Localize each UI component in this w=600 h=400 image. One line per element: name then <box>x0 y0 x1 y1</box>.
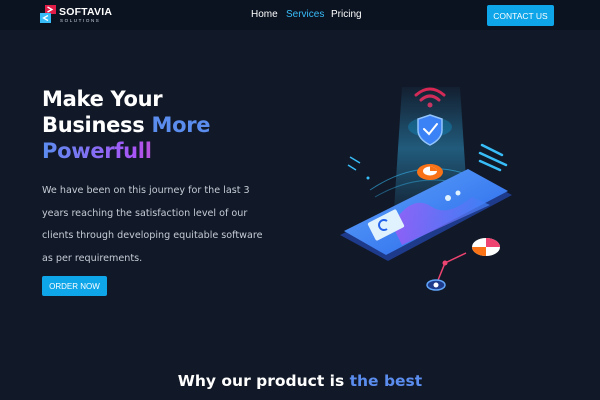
hero-title-powerfull: Powerfull <box>42 138 210 164</box>
site-header: SOFTAVIA SOLUTIONS Home Services Pricing… <box>0 0 600 30</box>
node-connector-icon <box>426 252 467 291</box>
hero-description: We have been on this journey for the las… <box>42 185 263 264</box>
nav-pricing[interactable]: Pricing <box>331 9 362 20</box>
hero-title-business: Business <box>42 113 145 137</box>
logo-tagline: SOLUTIONS <box>60 18 101 23</box>
hero-title-line-2: Business More <box>42 112 211 138</box>
section-title-highlight: the best <box>349 372 423 390</box>
chart-badge-icon <box>417 164 443 180</box>
softavia-logo-icon <box>40 5 56 23</box>
hero-title-line-1: Make Your <box>42 87 163 111</box>
contact-us-button[interactable]: CONTACT US <box>487 5 554 26</box>
logo-name: SOFTAVIA <box>59 6 113 18</box>
logo[interactable]: SOFTAVIA SOLUTIONS <box>40 5 150 27</box>
hero-title-more: More <box>151 113 211 137</box>
hero-title: Make Your Business More Powerfull <box>42 86 211 164</box>
pie-chart-badge-icon <box>472 238 500 256</box>
smartphone-security-illustration <box>340 87 512 291</box>
section-title-part1: Why our product is <box>177 372 345 390</box>
nav-home[interactable]: Home <box>251 9 278 20</box>
nav-services[interactable]: Services <box>286 9 324 20</box>
order-now-button[interactable]: ORDER NOW <box>42 276 107 296</box>
section-title: Why our product is the best <box>0 372 600 390</box>
signal-lines-icon <box>478 143 508 172</box>
